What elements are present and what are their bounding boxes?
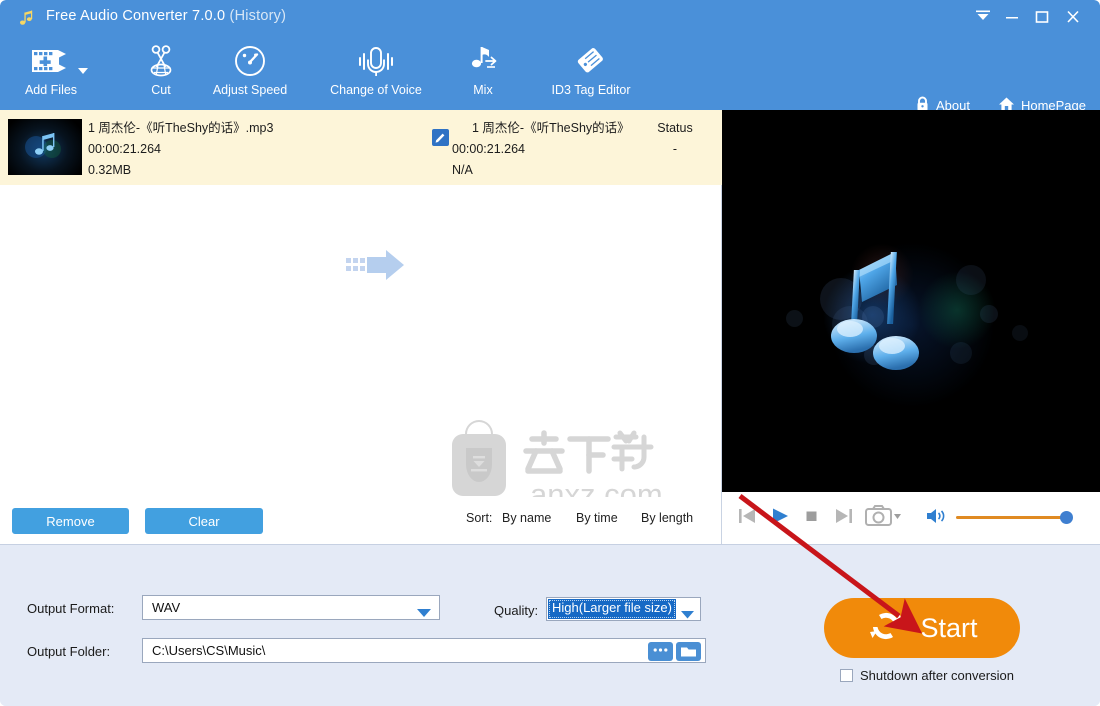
source-file-name: 1 周杰伦-《听TheShy的话》.mp3 xyxy=(88,121,274,135)
tag-icon xyxy=(532,40,650,82)
watermark-logo: anxz.com xyxy=(440,413,663,512)
skip-next-icon[interactable] xyxy=(834,506,854,531)
volume-slider-track[interactable] xyxy=(956,516,1066,519)
bokeh-circle xyxy=(786,310,803,327)
table-row[interactable]: 1 周杰伦-《听TheShy的话》.mp3 00:00:21.264 0.32M… xyxy=(0,110,722,185)
list-toolbar: Remove Clear Sort: By name By time By le… xyxy=(0,497,722,544)
target-file-info: 1 周杰伦-《听TheShy的话》 00:00:21.264 N/A xyxy=(452,118,630,181)
toolbar-item-id3-tag-editor[interactable]: ID3 Tag Editor xyxy=(532,40,650,106)
chevron-down-icon xyxy=(681,606,694,624)
output-format-value: WAV xyxy=(152,600,181,615)
window-title-suffix: (History) xyxy=(229,8,287,24)
source-file-info: 1 周杰伦-《听TheShy的话》.mp3 00:00:21.264 0.32M… xyxy=(88,118,273,181)
music-note-artwork xyxy=(831,252,919,370)
toolbar-item-adjust-speed[interactable]: Adjust Speed xyxy=(200,40,300,106)
sort-by-time-option[interactable]: By time xyxy=(576,511,618,525)
quality-select[interactable]: High(Larger file size) xyxy=(546,597,701,621)
title-bar: Free Audio Converter 7.0.0 (History) xyxy=(0,0,1100,36)
chevron-down-icon[interactable] xyxy=(970,6,996,30)
minimize-icon[interactable] xyxy=(999,6,1025,30)
bokeh-circle xyxy=(1012,325,1028,341)
stop-icon[interactable] xyxy=(802,506,822,531)
status-header: Status xyxy=(657,121,693,135)
quality-value: High(Larger file size) xyxy=(548,599,676,619)
sort-by-name-option[interactable]: By name xyxy=(502,511,551,525)
toolbar-label-cut: Cut xyxy=(151,83,171,97)
toolbar-item-cut[interactable]: Cut xyxy=(126,40,196,106)
status-column: Status - xyxy=(645,118,705,160)
window-title: Free Audio Converter 7.0.0 (History) xyxy=(46,8,286,24)
toolbar-item-mix[interactable]: Mix xyxy=(456,40,510,106)
skip-previous-icon[interactable] xyxy=(737,506,757,531)
folder-icon[interactable] xyxy=(676,642,701,661)
ellipsis-icon[interactable] xyxy=(648,642,673,661)
checkbox-box[interactable] xyxy=(840,669,853,682)
refresh-cycle-icon xyxy=(866,606,906,651)
application-window: Free Audio Converter 7.0.0 (History) Add… xyxy=(0,0,1100,706)
start-button[interactable]: Start xyxy=(824,598,1020,658)
target-file-size: N/A xyxy=(452,163,473,177)
toolbar-item-change-of-voice[interactable]: Change of Voice xyxy=(318,40,434,106)
sort-label: Sort: xyxy=(466,511,493,525)
toolbar-item-add-files[interactable]: Add Files xyxy=(8,40,94,106)
preview-panel[interactable] xyxy=(722,110,1100,492)
play-icon[interactable] xyxy=(770,506,790,531)
target-file-name: 1 周杰伦-《听TheShy的话》 xyxy=(472,121,630,135)
source-file-size: 0.32MB xyxy=(88,163,132,177)
output-folder-field[interactable]: C:\Users\CS\Music\ xyxy=(142,638,706,663)
convert-arrow-icon xyxy=(346,249,406,286)
output-folder-value: C:\Users\CS\Music\ xyxy=(152,643,266,658)
output-format-label: Output Format: xyxy=(27,601,115,616)
file-list-panel: 1 周杰伦-《听TheShy的话》.mp3 00:00:21.264 0.32M… xyxy=(0,110,722,512)
shutdown-label: Shutdown after conversion xyxy=(860,668,1014,683)
remove-button[interactable]: Remove xyxy=(12,508,129,534)
window-title-main: Free Audio Converter 7.0.0 xyxy=(46,8,226,24)
album-art-thumbnail xyxy=(8,119,82,175)
chevron-down-icon xyxy=(417,605,431,623)
caret-down-icon[interactable] xyxy=(78,62,88,80)
mix-notes-icon xyxy=(456,40,510,82)
close-icon[interactable] xyxy=(1060,6,1086,30)
app-music-note-icon xyxy=(16,7,38,29)
quality-label: Quality: xyxy=(494,603,539,618)
toolbar-label-id3-tag-editor: ID3 Tag Editor xyxy=(551,83,631,97)
output-folder-label: Output Folder: xyxy=(27,644,111,659)
volume-slider-knob[interactable] xyxy=(1060,511,1073,524)
clear-button[interactable]: Clear xyxy=(145,508,263,534)
toolbar-label-add-files: Add Files xyxy=(24,83,78,97)
start-button-label: Start xyxy=(920,612,978,643)
toolbar-label-mix: Mix xyxy=(473,83,493,97)
scissors-icon xyxy=(126,40,196,82)
camera-icon[interactable] xyxy=(865,504,901,533)
edit-pencil-icon[interactable] xyxy=(432,129,449,146)
output-format-select[interactable]: WAV xyxy=(142,595,440,620)
shutdown-after-conversion-checkbox[interactable]: Shutdown after conversion xyxy=(840,668,1014,683)
toolbar-label-change-of-voice: Change of Voice xyxy=(330,83,422,97)
status-value: - xyxy=(672,142,678,156)
microphone-icon xyxy=(318,40,434,82)
sort-by-length-option[interactable]: By length xyxy=(641,511,693,525)
toolbar-label-adjust-speed: Adjust Speed xyxy=(212,83,288,97)
speedometer-icon xyxy=(200,40,300,82)
target-duration: 00:00:21.264 xyxy=(452,142,525,156)
maximize-icon[interactable] xyxy=(1029,6,1055,30)
source-duration: 00:00:21.264 xyxy=(88,142,161,156)
main-toolbar: Add Files Cut Adjust Speed Change of Voi… xyxy=(0,36,1100,113)
player-controls xyxy=(722,492,1100,544)
volume-icon[interactable] xyxy=(925,506,947,531)
